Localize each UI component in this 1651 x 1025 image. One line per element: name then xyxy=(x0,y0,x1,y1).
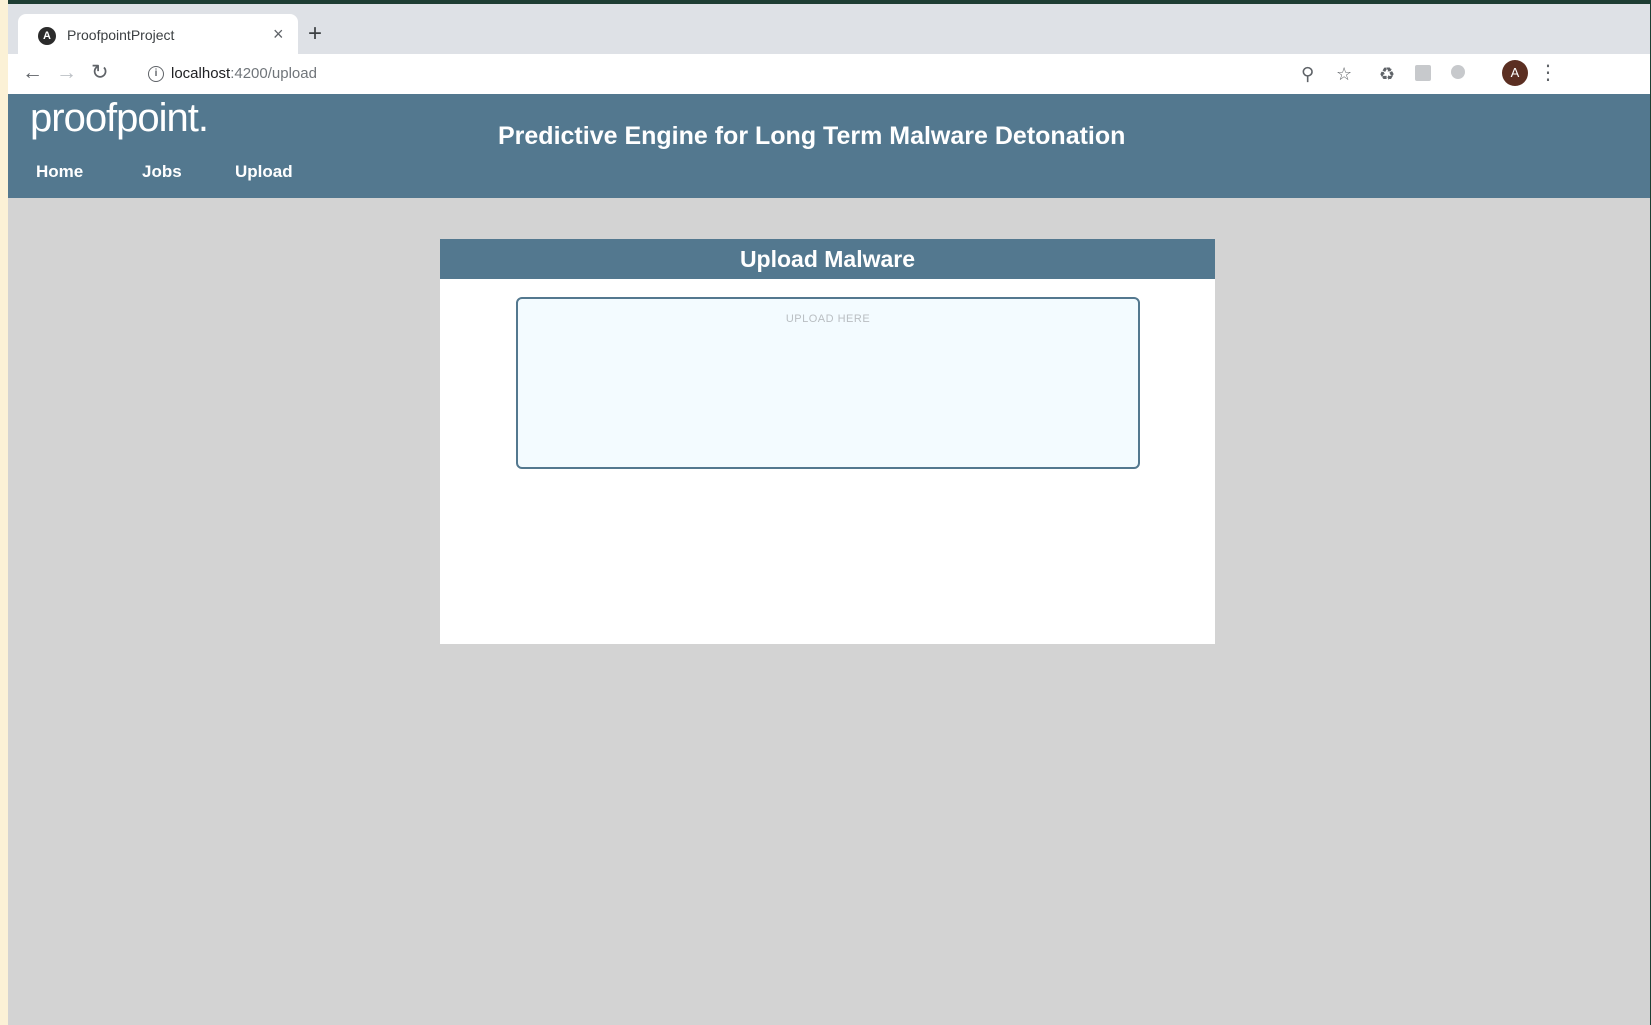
url-text[interactable]: localhost:4200/upload xyxy=(171,65,317,82)
menu-icon[interactable]: ⋮ xyxy=(1538,60,1558,86)
dropzone-label: UPLOAD HERE xyxy=(785,313,871,325)
browser-toolbar: ← → ↻ i localhost:4200/upload ⚲ ☆ ♻ A ⋮ xyxy=(8,54,1650,94)
angular-favicon-icon: A xyxy=(38,27,56,45)
info-icon[interactable]: i xyxy=(148,66,164,82)
recycle-icon[interactable]: ♻ xyxy=(1379,62,1395,86)
close-tab-icon[interactable]: × xyxy=(273,24,284,44)
nav-upload-link[interactable]: Upload xyxy=(235,162,293,182)
page-viewport: proofpoint. Predictive Engine for Long T… xyxy=(8,94,1650,1025)
nav-jobs-link[interactable]: Jobs xyxy=(142,162,182,182)
back-icon[interactable]: ← xyxy=(22,61,43,85)
profile-avatar[interactable]: A xyxy=(1502,60,1528,86)
new-tab-icon[interactable]: + xyxy=(308,22,322,46)
browser-tab[interactable]: A ProofpointProject × xyxy=(18,14,298,54)
star-icon[interactable]: ☆ xyxy=(1336,62,1352,86)
tab-strip: A ProofpointProject × + xyxy=(8,4,1650,54)
shield-icon[interactable] xyxy=(1451,65,1465,79)
upload-card: Upload Malware UPLOAD HERE xyxy=(440,239,1215,644)
nav-home-link[interactable]: Home xyxy=(36,162,83,182)
screen-edge-strip xyxy=(0,0,8,1025)
address-bar[interactable]: i localhost:4200/upload xyxy=(138,57,1363,91)
page-title: Predictive Engine for Long Term Malware … xyxy=(498,122,1126,150)
app-header: proofpoint. Predictive Engine for Long T… xyxy=(8,94,1650,198)
extension-icon[interactable] xyxy=(1415,65,1431,81)
upload-card-title: Upload Malware xyxy=(440,239,1215,279)
upload-dropzone[interactable]: UPLOAD HERE xyxy=(516,297,1140,469)
reload-icon[interactable]: ↻ xyxy=(91,61,109,85)
proofpoint-logo[interactable]: proofpoint. xyxy=(30,96,209,141)
browser-window: A ProofpointProject × + ← → ↻ i localhos… xyxy=(8,4,1650,1025)
tab-title: ProofpointProject xyxy=(67,27,175,43)
forward-icon[interactable]: → xyxy=(56,61,77,85)
zoom-icon[interactable]: ⚲ xyxy=(1301,62,1314,86)
